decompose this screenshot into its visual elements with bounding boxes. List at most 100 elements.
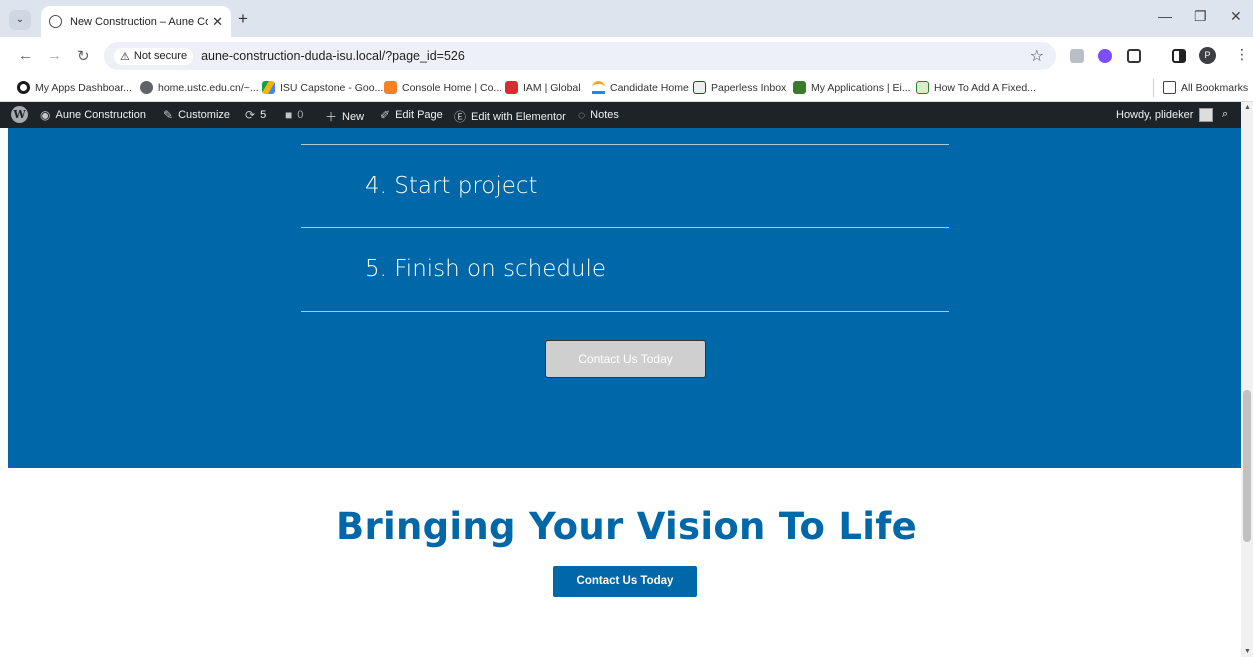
step-5: 5. Finish on schedule — [365, 256, 607, 282]
extension-flower-icon[interactable] — [1098, 49, 1112, 63]
updates-count: 5 — [260, 109, 267, 121]
google-drive-icon — [262, 81, 275, 94]
bookmark-label: home.ustc.edu.cn/~... — [158, 81, 259, 94]
bookmark-label: ISU Capstone - Goo... — [280, 81, 384, 94]
brush-icon: ✎ — [163, 108, 174, 122]
extension-icon[interactable] — [1070, 49, 1084, 63]
admin-updates[interactable]: ⟳ 5 — [245, 108, 266, 122]
bookmark-item[interactable]: How To Add A Fixed... — [916, 81, 1036, 94]
minimize-icon[interactable]: — — [1158, 8, 1172, 24]
new-label: New — [342, 110, 365, 123]
bookmark-icon — [17, 81, 30, 94]
bookmark-item[interactable]: ISU Capstone - Goo... — [262, 81, 383, 94]
scroll-thumb[interactable] — [1243, 390, 1251, 542]
folder-icon — [1163, 81, 1176, 94]
admin-new[interactable]: ＋ New — [325, 108, 364, 125]
step-divider — [301, 311, 949, 312]
wordpress-logo-icon[interactable]: W — [11, 106, 28, 123]
bookmarks-bar: My Apps Dashboar... home.ustc.edu.cn/~..… — [0, 75, 1253, 102]
globe-icon — [49, 15, 62, 28]
step-4: 4. Start project — [365, 173, 538, 199]
deere-icon — [793, 81, 806, 94]
updates-icon: ⟳ — [245, 108, 256, 122]
all-bookmarks-label: All Bookmarks — [1181, 81, 1249, 94]
browser-tab-active[interactable]: New Construction – Aune Cons ✕ — [41, 6, 231, 37]
elementor-icon: Ⓔ — [454, 110, 467, 124]
side-panel-icon[interactable] — [1172, 49, 1186, 63]
how-to-icon — [916, 81, 929, 94]
scroll-down-arrow-icon[interactable]: ▼ — [1244, 648, 1251, 655]
notes-bubble-icon: ◌ — [578, 108, 586, 122]
scroll-up-arrow-icon[interactable]: ▲ — [1244, 104, 1251, 111]
extensions-puzzle-icon[interactable] — [1127, 49, 1141, 63]
admin-account[interactable]: Howdy, plideker — [1116, 108, 1214, 122]
tab-close-icon[interactable]: ✕ — [212, 14, 223, 30]
contact-us-button-bottom[interactable]: Contact Us Today — [553, 566, 697, 597]
bookmark-label: IAM | Global — [523, 81, 581, 94]
reload-icon[interactable]: ↻ — [77, 47, 90, 65]
all-bookmarks-button[interactable]: All Bookmarks — [1163, 81, 1248, 94]
bookmark-label: My Apps Dashboar... — [35, 81, 132, 94]
bookmark-item[interactable]: My Applications | Ei... — [793, 81, 911, 94]
dashboard-icon: ◉ — [40, 108, 51, 122]
browser-toolbar: ← → ↻ ⚠ Not secure aune-construction-dud… — [0, 37, 1253, 75]
warning-icon: ⚠ — [120, 50, 130, 63]
cta-headline: Bringing Your Vision To Life — [335, 505, 918, 548]
restore-icon[interactable]: ❐ — [1194, 8, 1207, 25]
page-scrollbar[interactable]: ▲ ▼ — [1241, 102, 1253, 657]
admin-site-name[interactable]: ◉ Aune Construction — [40, 108, 146, 122]
wp-admin-bar: W ◉ Aune Construction ✎ Customize ⟳ 5 ■ 0 ＋ N… — [0, 102, 1253, 128]
menu-kebab-icon[interactable]: ⋮ — [1235, 46, 1249, 63]
step-divider — [301, 144, 949, 145]
edit-page-label: Edit Page — [395, 109, 443, 121]
close-window-icon[interactable]: ✕ — [1230, 8, 1242, 25]
plus-icon: ＋ — [325, 110, 338, 124]
security-label: Not secure — [133, 50, 188, 62]
new-tab-button[interactable]: + — [238, 9, 248, 29]
address-bar[interactable]: ⚠ Not secure aune-construction-duda-isu.… — [104, 42, 1056, 70]
workday-icon — [592, 81, 605, 94]
bookmark-item[interactable]: IAM | Global — [505, 81, 581, 94]
url-text: aune-construction-duda-isu.local/?page_i… — [201, 49, 465, 63]
back-icon[interactable]: ← — [18, 47, 33, 64]
admin-customize[interactable]: ✎ Customize — [163, 108, 230, 122]
profile-avatar[interactable]: P — [1199, 47, 1216, 64]
bookmark-label: How To Add A Fixed... — [934, 81, 1036, 94]
comment-icon: ■ — [285, 108, 293, 122]
bookmark-item[interactable]: Paperless Inbox — [693, 81, 786, 94]
admin-search-icon[interactable]: ⌕ — [1222, 108, 1228, 121]
customize-label: Customize — [178, 109, 231, 121]
browser-tab-bar: ⌄ New Construction – Aune Cons ✕ + — ❐ ✕ — [0, 0, 1253, 37]
bookmark-label: My Applications | Ei... — [811, 81, 911, 94]
aws-cube-icon — [384, 81, 397, 94]
bookmark-item[interactable]: Console Home | Co... — [384, 81, 502, 94]
process-steps-section: 4. Start project 5. Finish on schedule C… — [8, 128, 1241, 468]
admin-edit-elementor[interactable]: Ⓔ Edit with Elementor — [454, 108, 566, 125]
bookmark-label: Paperless Inbox — [711, 81, 787, 94]
admin-notes[interactable]: ◌ Notes — [578, 108, 619, 122]
site-name-label: Aune Construction — [55, 109, 146, 121]
bookmark-star-icon[interactable]: ☆ — [1030, 46, 1044, 66]
bookmarks-divider — [1153, 79, 1154, 97]
iam-icon — [505, 81, 518, 94]
howdy-label: Howdy, plideker — [1116, 109, 1194, 121]
tab-title: New Construction – Aune Cons — [70, 15, 209, 28]
notes-label: Notes — [590, 109, 619, 121]
admin-comments[interactable]: ■ 0 — [285, 108, 303, 122]
pencil-icon: ✐ — [380, 108, 391, 122]
comments-count: 0 — [297, 109, 304, 121]
user-avatar — [1199, 108, 1214, 122]
paperless-icon — [693, 81, 706, 94]
tab-search-chevron-icon[interactable]: ⌄ — [9, 10, 31, 30]
edit-elementor-label: Edit with Elementor — [471, 110, 566, 123]
contact-us-button-top[interactable]: Contact Us Today — [545, 340, 706, 378]
admin-edit-page[interactable]: ✐ Edit Page — [380, 108, 443, 122]
step-divider — [301, 227, 949, 228]
forward-icon[interactable]: → — [47, 47, 62, 64]
globe-icon — [140, 81, 153, 94]
bookmark-label: Candidate Home — [610, 81, 689, 94]
bookmark-item[interactable]: home.ustc.edu.cn/~... — [140, 81, 259, 94]
bookmark-item[interactable]: My Apps Dashboar... — [17, 81, 132, 94]
security-chip[interactable]: ⚠ Not secure — [114, 47, 194, 65]
bookmark-item[interactable]: Candidate Home — [592, 81, 689, 94]
